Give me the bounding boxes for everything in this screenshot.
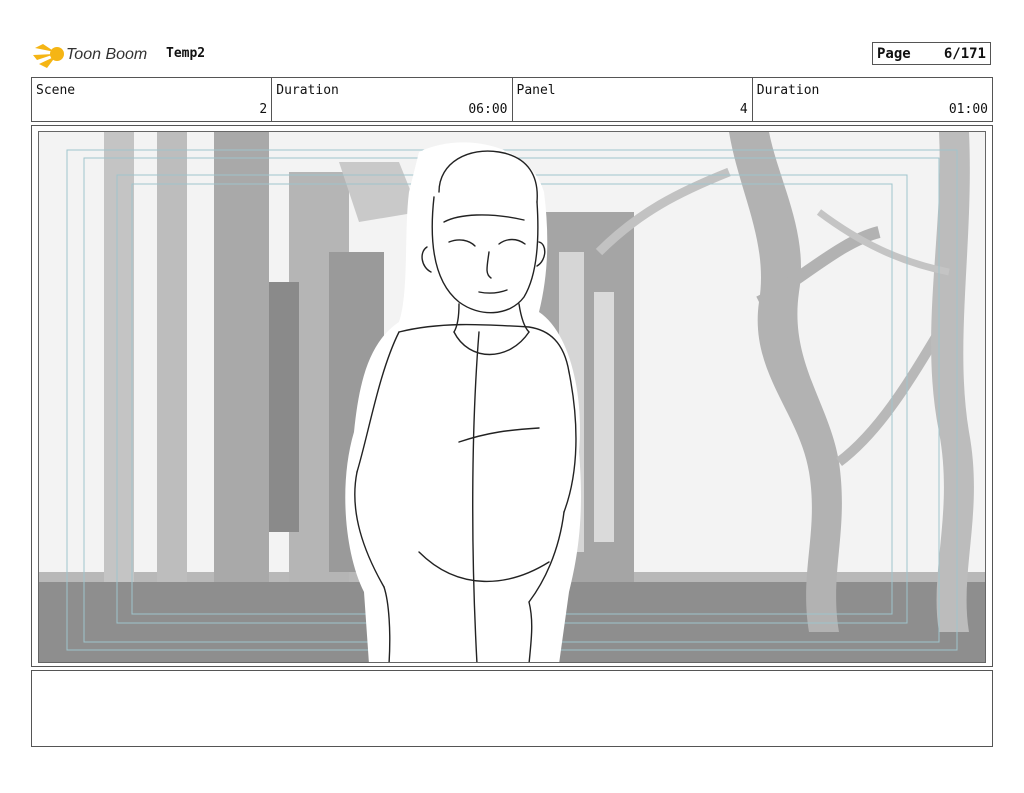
scene-duration-value: 06:00 [468,102,508,117]
panel-duration-value: 01:00 [948,102,988,117]
page-indicator: Page 6/171 [872,42,991,65]
panel-cell: Panel 4 [513,78,753,121]
page-value: 6/171 [943,45,986,62]
project-name: Temp2 [166,46,206,61]
panel-label: Panel [516,83,556,98]
panel-duration-label: Duration [756,83,820,98]
panel-notes-box [31,670,993,747]
scene-duration-cell: Duration 06:00 [272,78,513,121]
toon-boom-logo: Toon Boom [33,38,163,70]
scene-cell: Scene 2 [32,78,273,121]
scene-duration-label: Duration [276,83,339,98]
scene-value: 2 [259,102,268,117]
panel-duration-cell: Duration 01:00 [753,78,992,121]
storyboard-panel-image [38,131,986,663]
scene-label: Scene [36,83,76,98]
page-label: Page [877,45,911,62]
panel-value: 4 [739,102,748,117]
logo-text: Toon Boom [66,46,147,63]
panel-info-row: Scene 2 Duration 06:00 Panel 4 Duration … [31,77,993,122]
star-burst-icon [33,44,64,68]
